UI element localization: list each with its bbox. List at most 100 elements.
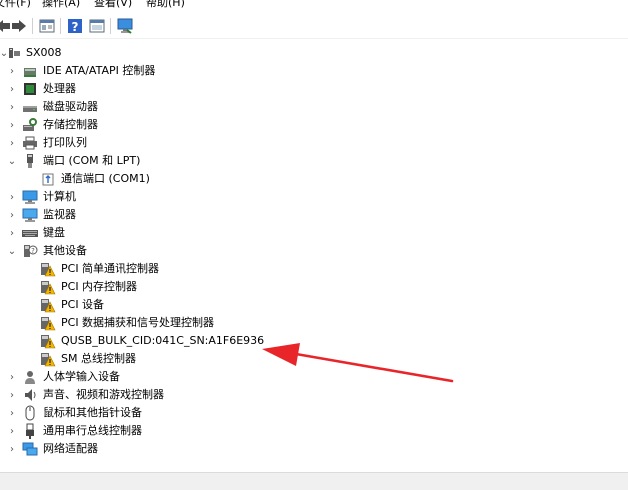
tree-item-label: SM 总线控制器 — [61, 352, 136, 365]
chevron-right-icon[interactable]: › — [6, 405, 18, 421]
status-bar — [0, 472, 628, 490]
toolbar: ? — [0, 14, 628, 39]
chevron-right-icon[interactable]: › — [6, 225, 18, 241]
tree-root-label: SX008 — [26, 46, 62, 59]
computer-root-icon — [9, 48, 20, 58]
tree-item-label: 鼠标和其他指针设备 — [43, 406, 142, 419]
menu-bar: 文件(F) 操作(A) 查看(V) 帮助(H) — [0, 0, 628, 14]
tree-item-label: PCI 简单通讯控制器 — [61, 262, 160, 275]
svg-text:?: ? — [31, 247, 35, 255]
sound-icon — [25, 389, 36, 401]
tree-item-label: 网络适配器 — [43, 442, 98, 455]
tree-item-label: IDE ATA/ATAPI 控制器 — [43, 64, 156, 77]
keyboard-icon — [22, 230, 38, 237]
tree-item-processor[interactable]: › 处理器 — [0, 80, 620, 98]
help-icon[interactable]: ? — [66, 17, 84, 35]
tree-item-label: 计算机 — [43, 190, 76, 203]
tree-item-label: 通信端口 (COM1) — [61, 172, 150, 185]
forward-icon[interactable] — [10, 17, 28, 35]
tree-item-ports[interactable]: ⌄ 端口 (COM 和 LPT) — [0, 152, 620, 170]
tree-item-label: 存储控制器 — [43, 118, 98, 131]
chevron-right-icon[interactable]: › — [6, 99, 18, 115]
toolbar-separator — [60, 18, 61, 34]
comm-port-icon — [42, 173, 54, 186]
tree-item-label: QUSB_BULK_CID:041C_SN:A1F6E936 — [61, 334, 265, 347]
tree-item-label: 端口 (COM 和 LPT) — [43, 154, 141, 167]
tree-child-pci-data-acquisition[interactable]: PCI 数据捕获和信号处理控制器 — [0, 314, 620, 332]
tree-root[interactable]: ⌄ SX008 — [0, 44, 620, 62]
chevron-right-icon[interactable]: › — [6, 387, 18, 403]
tree-child-pci-simple-comm[interactable]: PCI 简单通讯控制器 — [0, 260, 620, 278]
tree-child-comm-port[interactable]: 通信端口 (COM1) — [0, 170, 620, 188]
menu-action[interactable]: 操作(A) — [42, 0, 80, 10]
view-icon[interactable] — [88, 17, 106, 35]
printer-icon — [23, 136, 37, 150]
tree-child-sm-bus[interactable]: SM 总线控制器 — [0, 350, 620, 368]
menu-help[interactable]: 帮助(H) — [146, 0, 185, 10]
tree-item-label: 处理器 — [43, 82, 76, 95]
chevron-down-icon[interactable]: ⌄ — [6, 153, 18, 169]
tree-item-storage[interactable]: › 存储控制器 — [0, 116, 620, 134]
tree-item-keyboard[interactable]: › 键盘 — [0, 224, 620, 242]
monitor-icon — [22, 208, 38, 222]
chevron-right-icon[interactable]: › — [6, 135, 18, 151]
tree-item-label: 声音、视频和游戏控制器 — [43, 388, 164, 401]
tree-item-hid[interactable]: › 人体学输入设备 — [0, 368, 620, 386]
chevron-right-icon[interactable]: › — [6, 369, 18, 385]
warning-device-icon — [41, 263, 56, 277]
mouse-icon — [25, 405, 35, 421]
tree-item-label: PCI 内存控制器 — [61, 280, 138, 293]
tree-item-mouse[interactable]: › 鼠标和其他指针设备 — [0, 404, 620, 422]
tree-item-label: 磁盘驱动器 — [43, 100, 98, 113]
tree-item-label: 其他设备 — [43, 244, 87, 257]
tree-child-pci-device[interactable]: PCI 设备 — [0, 296, 620, 314]
tree-item-printer[interactable]: › 打印队列 — [0, 134, 620, 152]
menu-file[interactable]: 文件(F) — [0, 0, 31, 10]
tree-item-label: 监视器 — [43, 208, 76, 221]
tree-item-disk[interactable]: › 磁盘驱动器 — [0, 98, 620, 116]
menu-view[interactable]: 查看(V) — [94, 0, 132, 10]
toolbar-separator — [110, 18, 111, 34]
warning-device-icon — [41, 299, 56, 313]
tree-item-computer[interactable]: › 计算机 — [0, 188, 620, 206]
svg-text:?: ? — [72, 20, 79, 34]
tree-item-label: 人体学输入设备 — [43, 370, 120, 383]
processor-icon — [24, 83, 36, 95]
monitor-icon[interactable] — [116, 17, 134, 35]
computer-icon — [22, 190, 38, 204]
ide-controller-icon — [24, 68, 36, 77]
disk-drive-icon — [23, 106, 37, 112]
toolbar-separator — [32, 18, 33, 34]
tree-item-sound[interactable]: › 声音、视频和游戏控制器 — [0, 386, 620, 404]
chevron-right-icon[interactable]: › — [6, 423, 18, 439]
properties-icon[interactable] — [38, 17, 56, 35]
tree-child-qusb-bulk[interactable]: QUSB_BULK_CID:041C_SN:A1F6E936 — [0, 332, 620, 350]
tree-item-monitor[interactable]: › 监视器 — [0, 206, 620, 224]
tree-child-pci-memory[interactable]: PCI 内存控制器 — [0, 278, 620, 296]
device-tree: ⌄ SX008 › IDE ATA/ATAPI 控制器 › 处理器 › 磁盘驱动… — [0, 40, 628, 470]
chevron-right-icon[interactable]: › — [6, 81, 18, 97]
tree-item-label: 通用串行总线控制器 — [43, 424, 142, 437]
network-adapter-icon — [22, 442, 38, 456]
warning-device-icon — [41, 335, 56, 349]
warning-device-icon — [41, 317, 56, 331]
tree-item-other-devices[interactable]: ⌄ ? 其他设备 — [0, 242, 620, 260]
tree-item-label: 键盘 — [43, 226, 65, 239]
tree-item-label: PCI 设备 — [61, 298, 105, 311]
chevron-right-icon[interactable]: › — [6, 441, 18, 457]
usb-icon — [26, 423, 34, 439]
storage-controller-icon — [23, 118, 37, 131]
chevron-down-icon[interactable]: ⌄ — [6, 243, 18, 259]
tree-item-network[interactable]: › 网络适配器 — [0, 440, 620, 458]
tree-item-label: PCI 数据捕获和信号处理控制器 — [61, 316, 215, 329]
chevron-right-icon[interactable]: › — [6, 207, 18, 223]
chevron-right-icon[interactable]: › — [6, 63, 18, 79]
chevron-right-icon[interactable]: › — [6, 189, 18, 205]
other-devices-icon: ? — [24, 245, 38, 257]
hid-icon — [25, 371, 35, 384]
tree-item-ide[interactable]: › IDE ATA/ATAPI 控制器 — [0, 62, 620, 80]
chevron-right-icon[interactable]: › — [6, 117, 18, 133]
warning-device-icon — [41, 281, 56, 295]
tree-item-usb[interactable]: › 通用串行总线控制器 — [0, 422, 620, 440]
tree-item-label: 打印队列 — [43, 136, 87, 149]
